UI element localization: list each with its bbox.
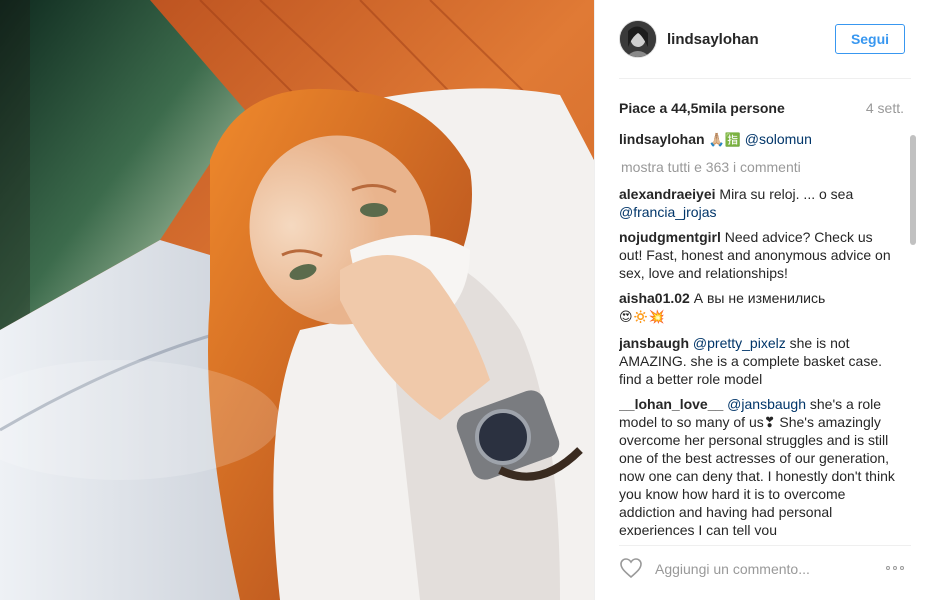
selfie-image [0,0,594,600]
comment-text: she's a role model to so many of us❣ She… [619,396,895,535]
likes-count[interactable]: Piace a 44,5mila persone [619,100,785,116]
comment-item: jansbaugh @pretty_pixelz she is not AMAZ… [619,334,897,388]
post-header: lindsaylohan Segui [595,0,934,78]
dot [893,566,897,570]
comment-username[interactable]: alexandraeiyei [619,186,716,202]
caption-mention[interactable]: @solomun [745,131,812,147]
comment-item: aisha01.02 А вы не изменились 😍🔅💥 [619,289,897,327]
caption: lindsaylohan 🙏🏼🈯 @solomun [619,130,897,150]
post-photo[interactable] [0,0,594,600]
header-divider [619,78,911,79]
dot [900,566,904,570]
follow-button[interactable]: Segui [835,24,905,54]
post-username[interactable]: lindsaylohan [667,31,759,48]
comments-list[interactable]: lindsaylohan 🙏🏼🈯 @solomun mostra tutti e… [619,130,897,535]
comment-text: Mira su reloj. ... o sea [719,186,854,202]
caption-emoji: 🙏🏼🈯 [708,133,741,148]
comment-mention[interactable]: @francia_jrojas [619,204,716,220]
avatar-image [620,21,656,57]
avatar[interactable] [619,20,657,58]
comment-mention[interactable]: @jansbaugh [727,396,806,412]
view-all-comments-link[interactable]: mostra tutti e 363 i commenti [621,158,897,176]
instagram-post: lindsaylohan Segui Piace a 44,5mila pers… [0,0,934,600]
dot [886,566,890,570]
comment-username[interactable]: jansbaugh [619,335,689,351]
caption-username[interactable]: lindsaylohan [619,131,705,147]
footer-divider [619,545,911,546]
comment-username[interactable]: nojudgmentgirl [619,229,721,245]
comment-username[interactable]: aisha01.02 [619,290,690,306]
add-comment-input[interactable] [653,556,857,582]
comments-scrollbar[interactable] [909,130,917,535]
comment-item: alexandraeiyei Mira su reloj. ... o sea … [619,185,897,221]
post-side-panel: lindsaylohan Segui Piace a 44,5mila pers… [594,0,934,600]
heart-icon[interactable] [619,556,643,580]
comment-item: __lohan_love__ @jansbaugh she's a role m… [619,395,897,535]
comment-item: nojudgmentgirl Need advice? Check us out… [619,228,897,282]
more-options-icon[interactable] [881,558,909,578]
comment-mention[interactable]: @pretty_pixelz [693,335,786,351]
comment-text: А вы не изменились [693,290,826,306]
post-timestamp[interactable]: 4 sett. [866,100,904,116]
scrollbar-thumb[interactable] [910,135,916,245]
comment-username[interactable]: __lohan_love__ [619,396,723,412]
comment-emoji: 😍🔅💥 [619,310,665,325]
